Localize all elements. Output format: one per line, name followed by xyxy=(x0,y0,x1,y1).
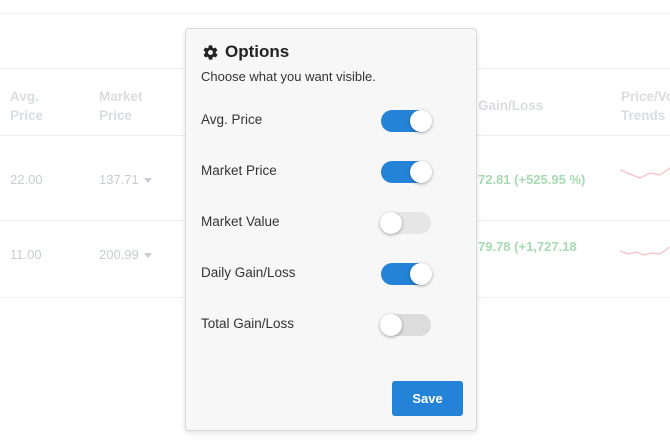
toggle-knob xyxy=(410,110,432,132)
options-dialog: Options Choose what you want visible. Av… xyxy=(185,28,477,431)
dialog-title: Options xyxy=(225,42,290,61)
option-daily-gain-loss: Daily Gain/Loss xyxy=(201,263,432,287)
column-header-price-trends[interactable]: Price/Vo Trends xyxy=(621,87,670,125)
toggle-knob xyxy=(410,161,432,183)
option-market-price: Market Price xyxy=(201,161,432,185)
toggle-knob xyxy=(380,314,402,336)
caret-down-icon xyxy=(143,178,152,184)
caret-down-icon xyxy=(143,253,152,259)
dialog-subtitle: Choose what you want visible. xyxy=(201,69,376,84)
column-header-total-gain[interactable]: Gain/Loss xyxy=(478,96,543,115)
sparkline-chart xyxy=(620,167,670,179)
option-total-gain-loss: Total Gain/Loss xyxy=(201,314,431,338)
option-label: Avg. Price xyxy=(201,112,263,127)
toggle-knob xyxy=(380,212,402,234)
dialog-header: Options xyxy=(202,42,289,62)
toggle-daily-gain-loss[interactable] xyxy=(381,263,432,285)
toggle-market-price[interactable] xyxy=(381,161,432,183)
option-label: Total Gain/Loss xyxy=(201,316,295,331)
save-button[interactable]: Save xyxy=(392,381,463,416)
toggle-market-value[interactable] xyxy=(380,212,431,234)
option-avg-price: Avg. Price xyxy=(201,110,432,134)
toggle-knob xyxy=(410,263,432,285)
option-label: Daily Gain/Loss xyxy=(201,265,296,280)
option-market-value: Market Value xyxy=(201,212,431,236)
column-header-avg-price[interactable]: Avg. Price xyxy=(10,87,43,125)
toggle-total-gain-loss[interactable] xyxy=(380,314,431,336)
sparkline-chart xyxy=(620,246,670,256)
cell-market-price[interactable]: 200.99 xyxy=(99,247,152,262)
cell-total-gain: 79.78 (+1,727.18 xyxy=(478,239,577,254)
market-price-value: 137.71 xyxy=(99,172,139,187)
toggle-avg-price[interactable] xyxy=(381,110,432,132)
column-header-market-price[interactable]: Market Price xyxy=(99,87,143,125)
cell-avg-price: 11.00 xyxy=(10,247,42,262)
cell-avg-price: 22.00 xyxy=(10,172,43,187)
cell-market-price[interactable]: 137.71 xyxy=(99,172,152,187)
option-label: Market Value xyxy=(201,214,280,229)
cell-total-gain: 72.81 (+525.95 %) xyxy=(478,172,586,187)
option-label: Market Price xyxy=(201,163,277,178)
gear-icon xyxy=(203,44,218,60)
market-price-value: 200.99 xyxy=(99,247,139,262)
top-bar xyxy=(0,0,670,14)
